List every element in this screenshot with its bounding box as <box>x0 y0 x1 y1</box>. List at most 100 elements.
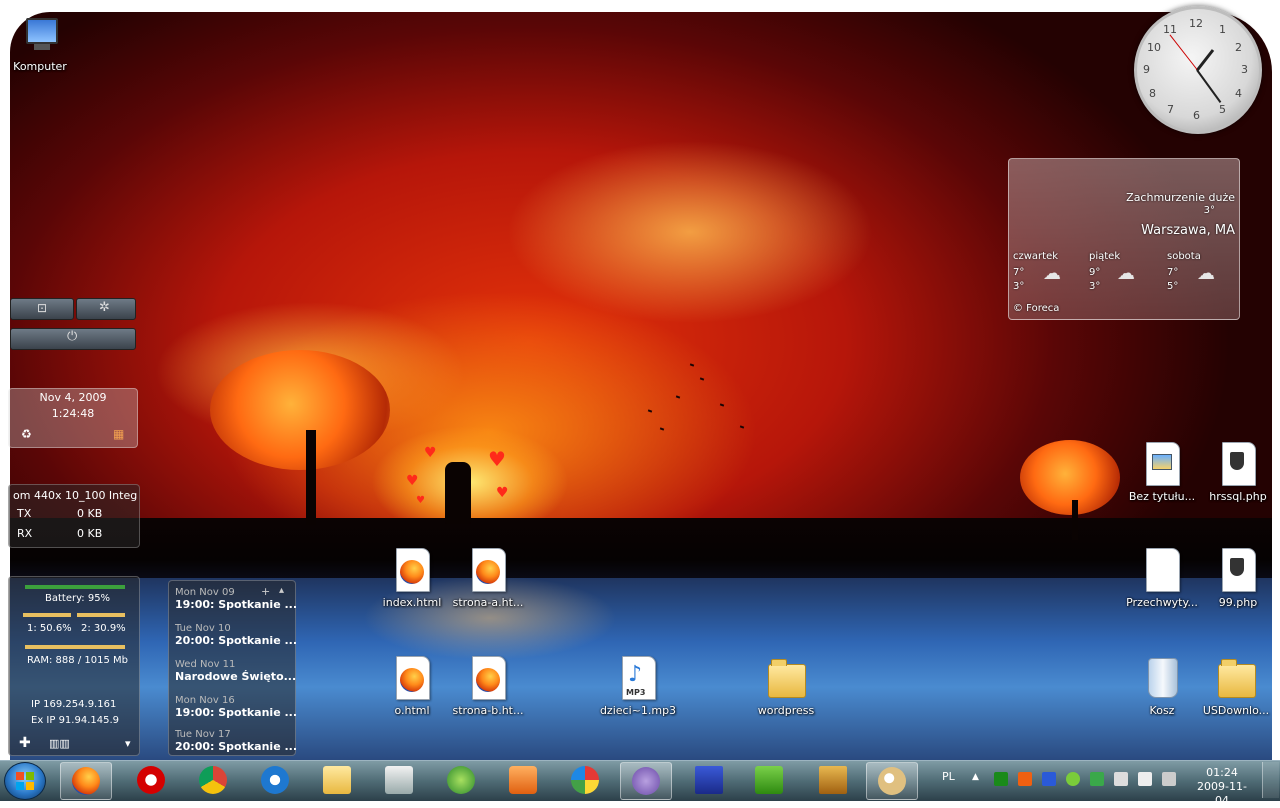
clock-hour-hand <box>1195 49 1215 72</box>
audio-file-icon: ♪ MP3 <box>620 656 656 700</box>
taskbar-ie[interactable] <box>250 762 300 798</box>
shield-icon[interactable] <box>1090 772 1104 786</box>
lock-button[interactable]: ⊡ <box>10 298 74 320</box>
mail-icon[interactable] <box>1042 772 1056 786</box>
desktop-icon-label: wordpress <box>757 704 815 717</box>
ram-text: RAM: 888 / 1015 Mb <box>27 655 128 666</box>
firefox-document-icon <box>394 656 430 700</box>
paint-palette-icon <box>878 767 906 795</box>
calendar-item[interactable]: Wed Nov 11 Narodowe Święto... <box>175 659 297 683</box>
battery-text: Battery: 95% <box>45 593 111 604</box>
calendar-day: Tue Nov 17 <box>175 729 231 740</box>
power-icon: ⏻ <box>67 329 78 344</box>
desktop-icon-usdownload[interactable]: USDownlo... <box>1196 656 1276 717</box>
shutdown-button[interactable]: ⏻ <box>10 328 136 350</box>
bars-icon[interactable]: ▥▥ <box>49 737 70 750</box>
clock-number: 9 <box>1143 63 1150 76</box>
taskbar-picasa[interactable] <box>560 762 610 798</box>
ram-bar <box>25 645 125 649</box>
taskbar-explorer[interactable] <box>312 762 362 798</box>
orange-app-icon[interactable] <box>1018 772 1032 786</box>
settings-icon[interactable]: ▾ <box>125 737 131 750</box>
network-activity-icon[interactable] <box>994 772 1008 786</box>
desktop-icon-hrssql[interactable]: hrssql.php <box>1198 442 1278 503</box>
image-file-icon <box>1144 442 1180 486</box>
clock-number: 10 <box>1147 41 1161 54</box>
wallpaper-heart: ♥ <box>496 485 509 501</box>
calendar-event: 20:00: Spotkanie ... <box>175 740 298 753</box>
taskbar-chrome[interactable] <box>188 762 238 798</box>
desktop-icon-label: strona-b.ht... <box>452 704 524 717</box>
device-icon[interactable] <box>1114 772 1128 786</box>
cloud-icon: ☁ <box>1117 263 1135 284</box>
internet-explorer-icon <box>261 766 289 794</box>
show-desktop-button[interactable] <box>1262 762 1279 798</box>
desktop-icon-wordpress[interactable]: wordpress <box>746 656 826 717</box>
desktop-icon-index-html[interactable]: index.html <box>372 548 452 609</box>
taskbar-save[interactable] <box>684 762 734 798</box>
windows-logo-icon <box>16 772 34 790</box>
calendar-day: Mon Nov 16 <box>175 695 235 706</box>
desktop-icon-strona-a[interactable]: strona-a.ht... <box>448 548 528 609</box>
restart-button[interactable]: ✲ <box>76 298 136 320</box>
desktop-icon-bez-tytulu[interactable]: Bez tytułu... <box>1122 442 1202 503</box>
green-status-icon[interactable] <box>1066 772 1080 786</box>
forecast-day-lo: 5° <box>1167 281 1179 292</box>
dosbox-icon <box>819 766 847 794</box>
taskbar-dosbox[interactable] <box>808 762 858 798</box>
battery-icon[interactable] <box>1138 772 1152 786</box>
taskbar-media-player[interactable] <box>498 762 548 798</box>
forecast-day-lo: 3° <box>1089 281 1101 292</box>
desktop-icon-strona-b[interactable]: strona-b.ht... <box>448 656 528 717</box>
firefox-document-icon <box>470 548 506 592</box>
calendar-icon[interactable]: ▦ <box>113 427 124 441</box>
taskbar-firefox[interactable] <box>60 762 112 800</box>
desktop-icon-label: dzieci~1.mp3 <box>599 704 677 717</box>
desktop-icon-przechwyty[interactable]: Przechwyty... <box>1122 548 1202 609</box>
tray-expand-icon[interactable]: ▲ <box>972 772 979 782</box>
clock-number: 4 <box>1235 87 1242 100</box>
desktop-icon-label: Kosz <box>1149 704 1175 717</box>
desktop-icon-dzieci-mp3[interactable]: ♪ MP3 dzieci~1.mp3 <box>598 656 678 717</box>
pen-icon <box>385 766 413 794</box>
taskbar-media-center[interactable] <box>436 762 486 798</box>
taskbar-opera[interactable] <box>126 762 176 798</box>
calendar-item[interactable]: Mon Nov 16 19:00: Spotkanie ... <box>175 695 297 719</box>
add-icon[interactable]: ✚ <box>19 735 31 751</box>
time-text: 1:24:48 <box>51 407 95 420</box>
calendar-event: Narodowe Święto... <box>175 670 297 683</box>
tx-label: TX <box>17 507 32 520</box>
weather-credit: © Foreca <box>1013 303 1060 314</box>
taskbar-pidgin[interactable] <box>620 762 672 800</box>
ex-ip-text: Ex IP 91.94.145.9 <box>31 715 120 726</box>
forecast-day-hi: 9° <box>1089 267 1101 278</box>
taskbar-utorrent[interactable] <box>744 762 794 798</box>
start-button[interactable] <box>4 762 46 800</box>
clock-gadget[interactable]: 12 1 2 3 4 5 6 7 8 9 10 11 <box>1134 6 1262 134</box>
weather-condition: Zachmurzenie duże <box>1126 191 1235 204</box>
desktop-icon-o-html[interactable]: o.html <box>372 656 452 717</box>
desktop-icon-recycle-bin[interactable]: Kosz <box>1122 656 1202 717</box>
tx-value: 0 KB <box>77 507 103 520</box>
cpu1-bar <box>23 613 71 617</box>
mp3-tag: MP3 <box>626 688 646 697</box>
restart-icon: ✲ <box>99 300 110 315</box>
calendar-item[interactable]: Mon Nov 09 19:00: Spotkanie ... <box>175 587 297 611</box>
taskbar-notepad[interactable] <box>374 762 424 798</box>
calendar-item[interactable]: Tue Nov 10 20:00: Spotkanie ... <box>175 623 298 647</box>
lock-icon: ⊡ <box>37 301 48 315</box>
tray-clock[interactable]: 01:24 2009-11-04 <box>1192 766 1252 808</box>
music-note-icon: ♪ <box>628 662 643 687</box>
calendar-event: 20:00: Spotkanie ... <box>175 634 298 647</box>
computer-icon <box>22 16 58 60</box>
desktop-icon-computer[interactable]: Komputer <box>0 16 80 73</box>
adapter-name: om 440x 10_100 Integ <box>13 489 138 502</box>
desktop-icon-99-php[interactable]: 99.php <box>1198 548 1278 609</box>
recycle-icon[interactable]: ♻ <box>21 427 32 441</box>
calendar-item[interactable]: Tue Nov 17 20:00: Spotkanie ... <box>175 729 298 753</box>
weather-gadget[interactable]: Zachmurzenie duże 3° Warszawa, MA czwart… <box>1008 158 1240 320</box>
cloud-icon: ☁ <box>1197 263 1215 284</box>
language-indicator[interactable]: PL <box>942 770 955 783</box>
taskbar-paint[interactable] <box>866 762 918 800</box>
volume-icon[interactable] <box>1162 772 1176 786</box>
